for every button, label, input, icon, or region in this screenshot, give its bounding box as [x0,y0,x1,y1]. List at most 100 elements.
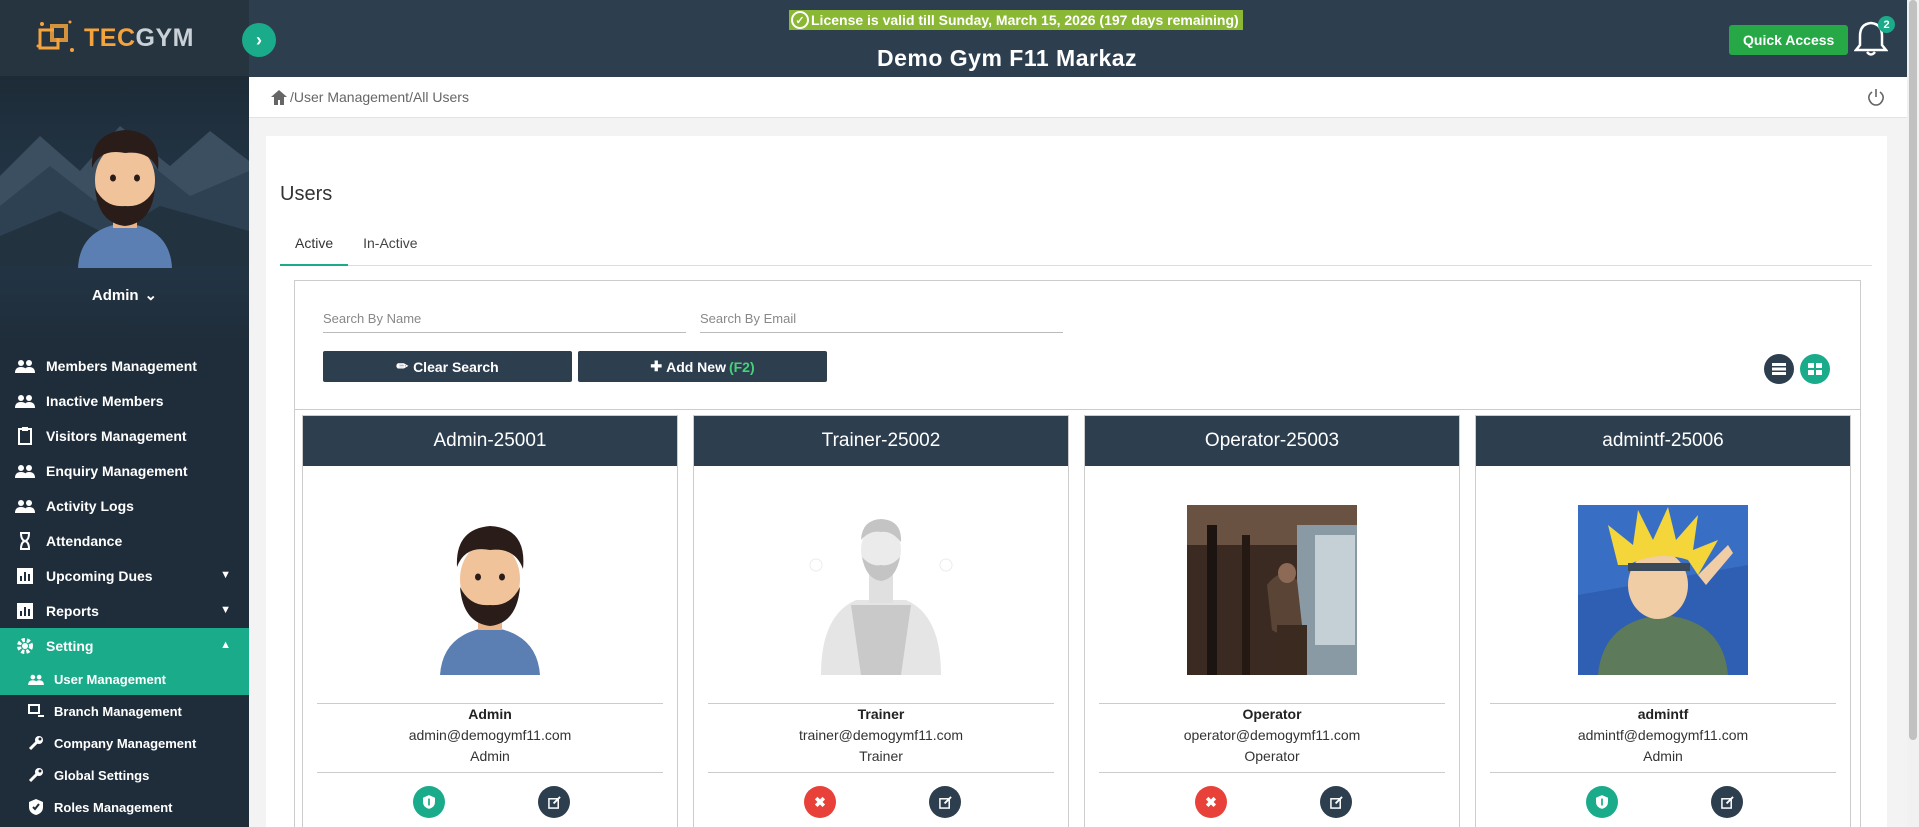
user-role: Admin [1643,748,1683,764]
logo-tec: TEC [84,23,136,52]
home-icon[interactable] [271,89,287,105]
clear-search-button[interactable]: ✏ Clear Search [323,351,572,382]
people-icon [26,674,46,685]
grid-view-icon[interactable] [1800,354,1830,384]
bar-chart-icon [14,567,36,585]
logo-text: TECGYM [84,24,194,53]
admintf-photo [1578,505,1748,675]
logo-gym: GYM [135,23,194,52]
chevron-right-icon: › [256,29,262,50]
user-card: Operator-25003 Operator operator@demogym… [1084,415,1460,827]
eraser-icon: ✏ [396,358,409,374]
sidebar-item-label: Upcoming Dues [46,567,153,584]
sidebar-menu: Members Management Inactive Members Visi… [0,342,249,823]
user-card: Trainer-25002 Trainer trainer@demogymf11… [693,415,1069,827]
shield-icon[interactable] [413,786,445,818]
sidebar-subitem-global-settings[interactable]: Global Settings [0,759,249,791]
search-email-input[interactable]: Search By Email [700,311,1063,333]
search-name-input[interactable]: Search By Name [323,311,686,333]
edit-icon[interactable] [1320,786,1352,818]
card-divider [1490,772,1836,773]
quick-access-button[interactable]: Quick Access [1729,25,1849,55]
sidebar-item-label: Attendance [46,532,123,549]
sidebar-item-attendance[interactable]: Attendance [0,523,249,558]
profile-name: Admin [91,286,139,304]
sidebar-toggle-button[interactable]: › [242,23,276,57]
profile-dropdown[interactable]: Admin ⌄ [91,286,158,305]
logo[interactable]: TECGYM [0,0,249,76]
plus-icon: ✚ [650,358,663,374]
clear-search-label: Clear Search [413,358,499,375]
user-role: Trainer [859,748,903,764]
page-scrollbar[interactable] [1907,0,1919,827]
scrollbar-thumb[interactable] [1909,0,1917,740]
user-name: Trainer [857,706,905,722]
sidebar-item-enquiry-management[interactable]: Enquiry Management [0,453,249,488]
sidebar-item-visitors-management[interactable]: Visitors Management [0,418,249,453]
bar-chart-icon [14,602,36,620]
shield-icon[interactable] [1586,786,1618,818]
card-divider [708,703,1054,704]
sidebar-item-activity-logs[interactable]: Activity Logs [0,488,249,523]
tab-inactive[interactable]: In-Active [348,226,432,266]
profile-panel: Admin ⌄ [0,76,249,342]
user-name: admintf [1637,706,1689,722]
gear-icon [14,637,36,655]
notification-badge: 2 [1878,16,1895,33]
user-role: Admin [470,748,510,764]
sidebar-item-inactive-members[interactable]: Inactive Members [0,383,249,418]
tab-active[interactable]: Active [280,226,349,266]
sidebar-item-members-management[interactable]: Members Management [0,348,249,383]
chevron-down-icon: ▼ [220,569,231,581]
card-divider [1099,772,1445,773]
user-role: Operator [1244,748,1300,764]
power-icon[interactable] [1867,88,1885,106]
breadcrumb-user-management[interactable]: User Management [294,89,409,105]
sidebar-subitem-label: Branch Management [54,703,182,719]
sidebar-subitem-roles-management[interactable]: Roles Management [0,791,249,823]
license-banner: ✓ License is valid till Sunday, March 15… [789,10,1243,30]
sidebar-item-label: Setting [46,637,94,654]
card-divider [1099,703,1445,704]
user-email: admin@demogymf11.com [408,727,572,743]
close-icon[interactable]: ✖ [1195,786,1227,818]
wrench-icon [26,735,46,751]
sidebar-subitem-user-management[interactable]: User Management [0,663,249,695]
user-email: trainer@demogymf11.com [798,727,964,743]
sidebar-subitem-label: User Management [54,671,166,687]
sidebar-subitem-label: Roles Management [54,799,173,815]
sidebar-subitem-company-management[interactable]: Company Management [0,727,249,759]
list-view-icon[interactable] [1764,354,1794,384]
sidebar-item-upcoming-dues[interactable]: Upcoming Dues ▼ [0,558,249,593]
edit-icon[interactable] [929,786,961,818]
sidebar: TECGYM Admin ⌄ Members Management Inacti… [0,0,249,827]
shield-icon [26,799,46,815]
close-icon[interactable]: ✖ [804,786,836,818]
hourglass-icon [14,531,36,550]
sidebar-item-setting[interactable]: Setting ▲ [0,628,249,663]
sidebar-item-label: Visitors Management [46,427,187,444]
user-name: Admin [468,706,512,722]
page-title: Users [280,183,333,205]
sidebar-item-label: Members Management [46,357,197,374]
people-icon [14,497,36,515]
user-card-title: Operator-25003 [1085,416,1459,466]
sidebar-subitem-branch-management[interactable]: Branch Management [0,695,249,727]
license-text: License is valid till Sunday, March 15, … [811,12,1239,28]
sidebar-item-label: Enquiry Management [46,462,188,479]
operator-photo [1187,505,1357,675]
chevron-down-icon: ⌄ [144,287,158,304]
user-email: admintf@demogymf11.com [1577,727,1749,743]
edit-icon[interactable] [1711,786,1743,818]
status-tabs: Active In-Active [280,226,1872,266]
add-new-label: Add New [666,358,726,375]
user-card-title: Admin-25001 [303,416,677,466]
gym-title: Demo Gym F11 Markaz [876,45,1138,71]
card-divider [1490,703,1836,704]
sidebar-item-reports[interactable]: Reports ▼ [0,593,249,628]
card-divider [708,772,1054,773]
add-new-button[interactable]: ✚ Add New (F2) [578,351,827,382]
edit-icon[interactable] [538,786,570,818]
top-bar: ✓ License is valid till Sunday, March 15… [249,0,1919,77]
clipboard-icon [14,426,36,445]
